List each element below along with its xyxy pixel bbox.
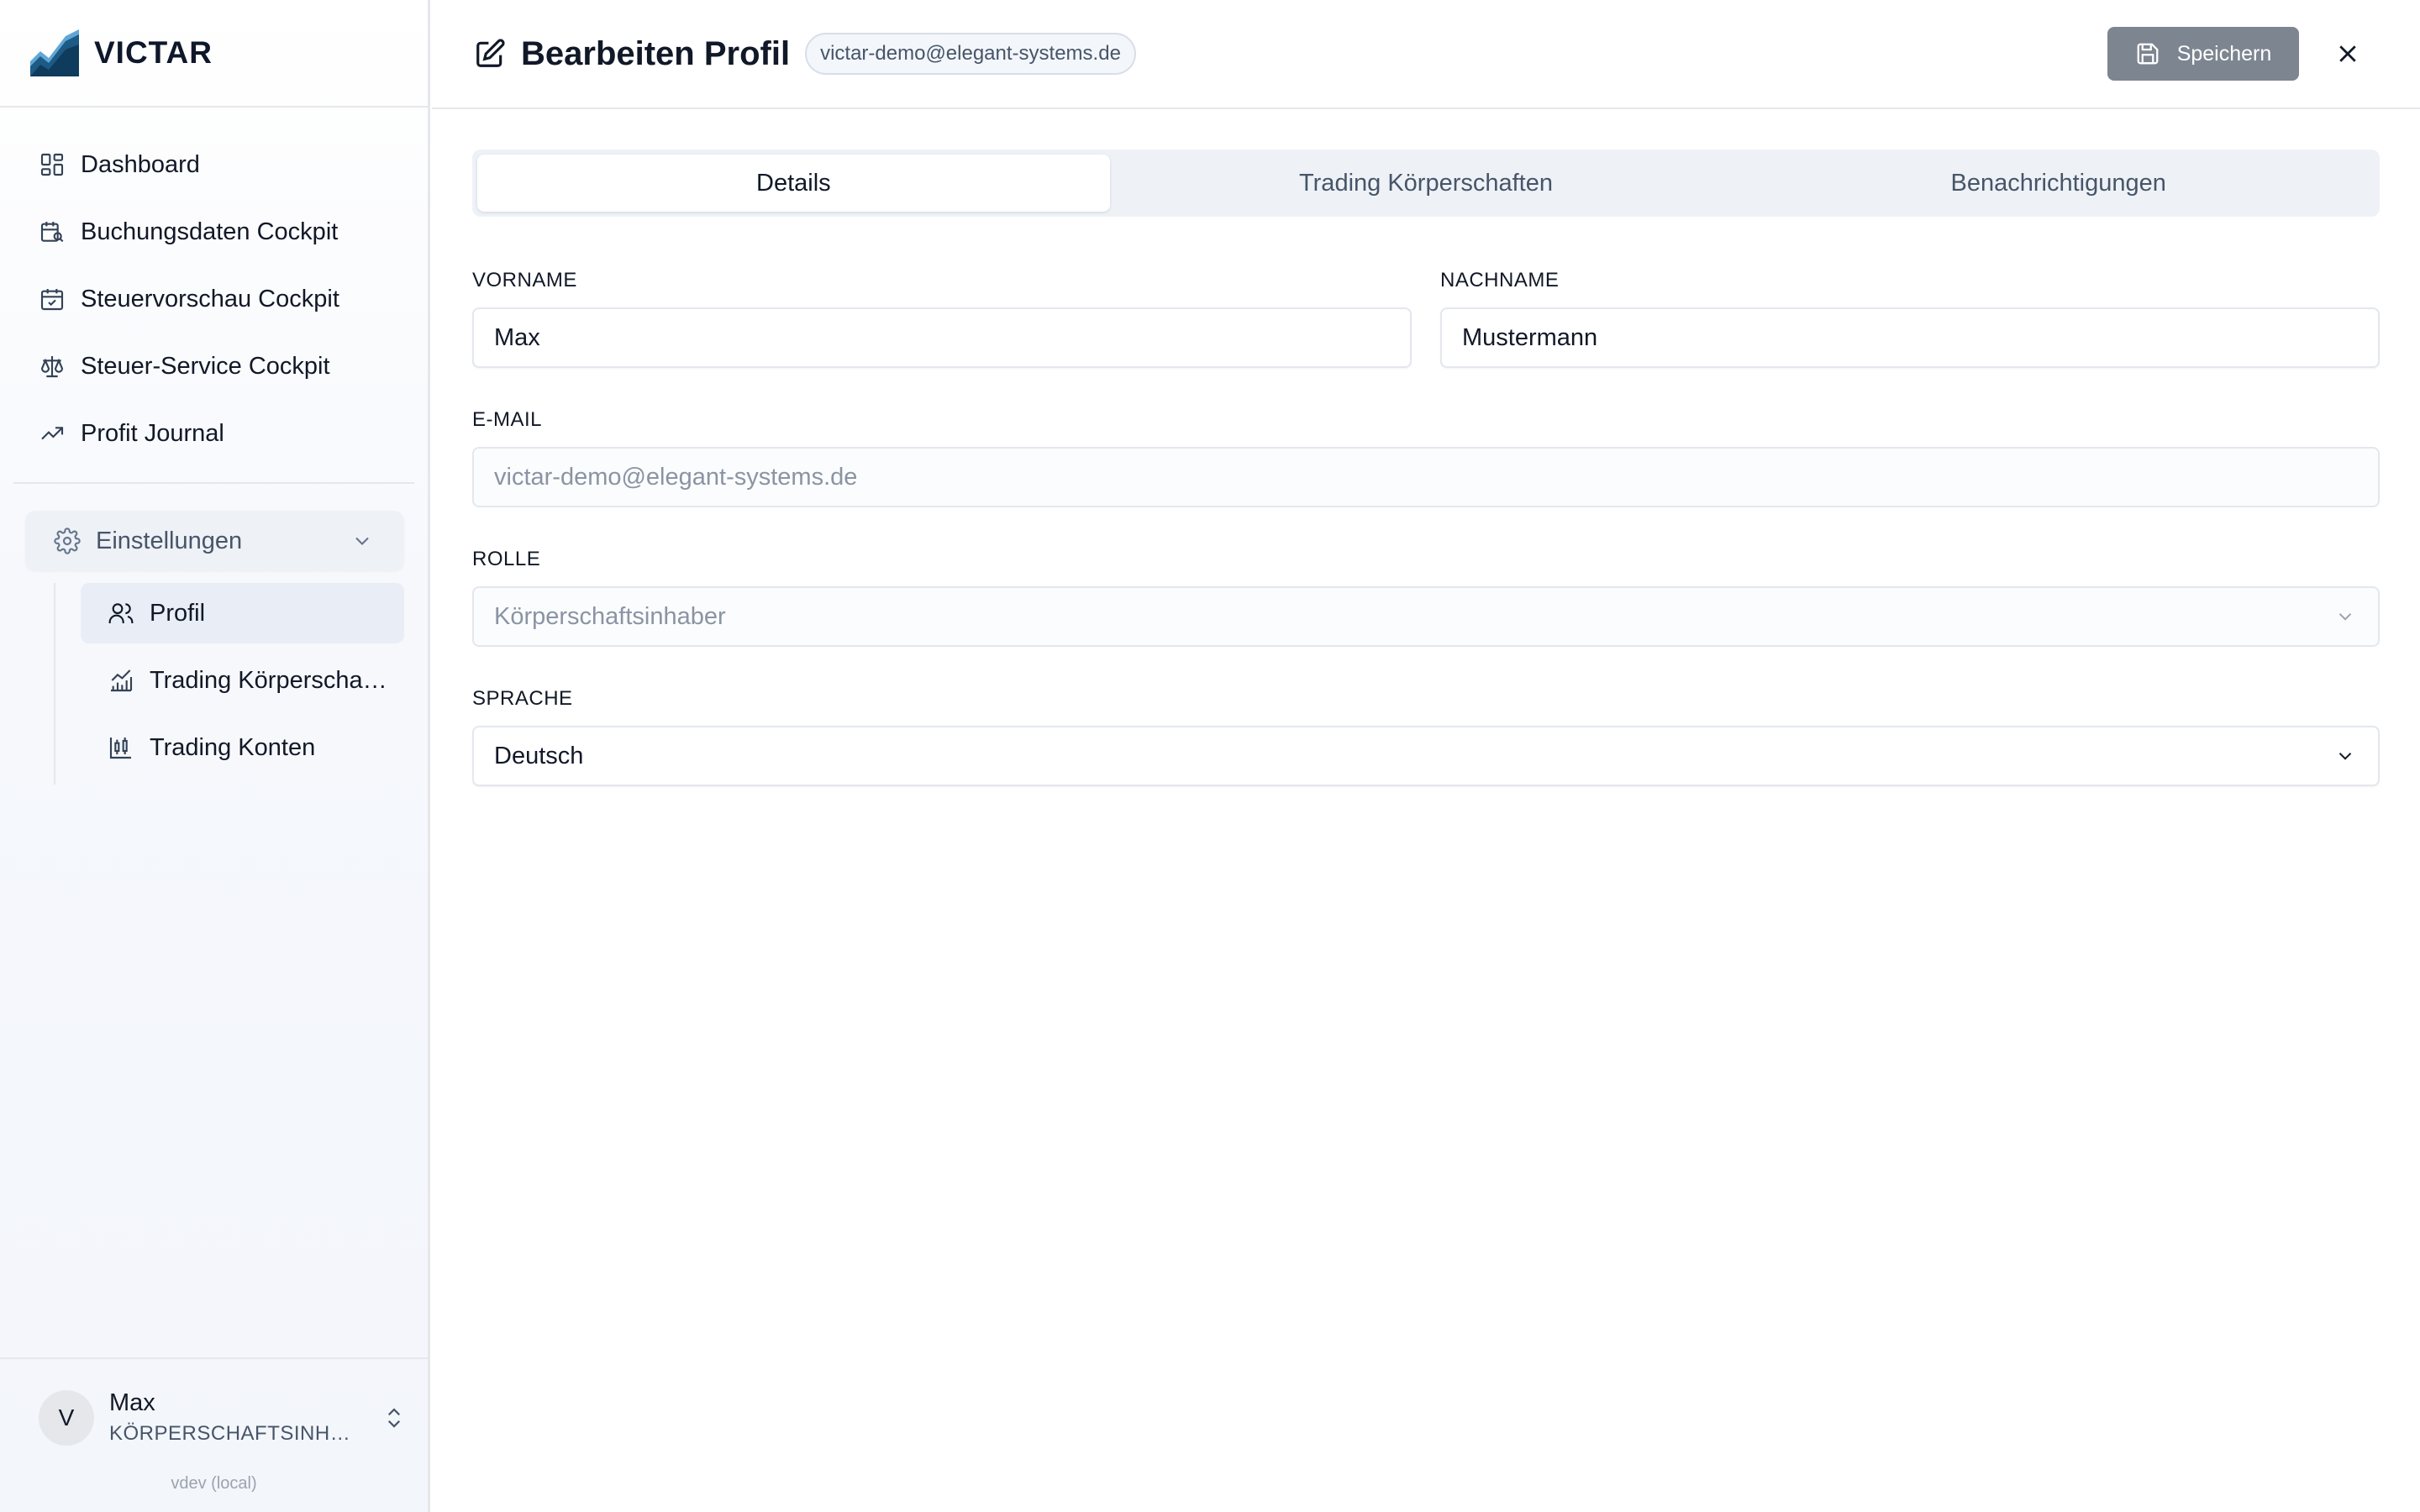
avatar: V — [39, 1389, 94, 1446]
sidebar-item-label: Trading Körperschaften — [150, 666, 393, 694]
sidebar-item-steuer-service[interactable]: Steuer-Service Cockpit — [0, 333, 428, 400]
tab-details[interactable]: Details — [477, 155, 1110, 212]
sidebar-nav: Dashboard Buchungsdaten Cockpit Steuervo… — [0, 108, 428, 467]
lastname-group: NACHNAME Mustermann — [1440, 269, 2380, 368]
page-title: Bearbeiten Profil — [521, 34, 791, 72]
settings-submenu: Profil Trading Körperschaften Trading Ko… — [0, 583, 428, 785]
page-header: Bearbeiten Profil victar-demo@elegant-sy… — [432, 0, 2420, 109]
user-panel: V Max KÖRPERSCHAFTSINHABER vdev (local) — [0, 1357, 428, 1512]
language-group: SPRACHE Deutsch — [472, 687, 2380, 786]
sidebar-item-label: Steuervorschau Cockpit — [81, 285, 339, 312]
sidebar-item-trading-konten[interactable]: Trading Konten — [81, 717, 404, 778]
sidebar-item-dashboard[interactable]: Dashboard — [0, 131, 428, 198]
sidebar-group-einstellungen[interactable]: Einstellungen — [25, 511, 404, 571]
calendar-check-icon — [40, 289, 64, 311]
firstname-group: VORNAME Max — [472, 269, 1412, 368]
victar-logo-icon — [30, 29, 79, 76]
close-icon — [2339, 45, 2356, 62]
sidebar-item-profit-journal[interactable]: Profit Journal — [0, 400, 428, 467]
users-icon — [108, 603, 134, 623]
role-label: ROLLE — [472, 548, 541, 570]
edit-icon — [476, 39, 505, 67]
chevron-down-icon — [2338, 753, 2352, 760]
email-field: victar-demo@elegant-systems.de — [472, 447, 2380, 507]
dashboard-grid-icon — [40, 153, 64, 176]
email-label: E-MAIL — [472, 408, 543, 431]
role-select: Körperschaftsinhaber — [472, 586, 2380, 647]
chevron-down-icon — [355, 537, 369, 545]
email-group: E-MAIL victar-demo@elegant-systems.de — [472, 408, 2380, 507]
brand-name: VICTAR — [94, 35, 213, 70]
tab-benachrichtigungen[interactable]: Benachrichtigungen — [1742, 155, 2375, 212]
sidebar-item-steuervorschau[interactable]: Steuervorschau Cockpit — [0, 265, 428, 333]
sidebar-item-profil[interactable]: Profil — [81, 583, 404, 643]
language-label: SPRACHE — [472, 687, 573, 710]
lastname-label: NACHNAME — [1440, 269, 1560, 291]
tab-trading-koerperschaften[interactable]: Trading Körperschaften — [1110, 155, 1743, 212]
sidebar-item-label: Buchungsdaten Cockpit — [81, 218, 339, 245]
sidebar-item-label: Profil — [150, 599, 206, 627]
sidebar-item-trading-koerperschaften[interactable]: Trading Körperschaften — [81, 650, 404, 711]
role-select-value: Körperschaftsinhaber — [494, 602, 726, 630]
language-select[interactable]: Deutsch — [472, 726, 2380, 786]
user-role: KÖRPERSCHAFTSINHABER — [109, 1422, 361, 1445]
firstname-label: VORNAME — [472, 269, 577, 291]
sidebar: VICTAR Dashboard Buchungsdaten Cockpit S… — [0, 0, 430, 1512]
firstname-field[interactable]: Max — [472, 307, 1412, 368]
email-badge: victar-demo@elegant-systems.de — [805, 33, 1136, 75]
calendar-search-icon — [40, 222, 64, 243]
bar-chart-trend-icon — [111, 669, 133, 692]
user-name: Max — [109, 1389, 155, 1416]
save-button[interactable]: Speichern — [2107, 27, 2299, 81]
lastname-field[interactable]: Mustermann — [1440, 307, 2380, 368]
candlestick-icon — [109, 738, 131, 759]
user-menu[interactable]: V Max KÖRPERSCHAFTSINHABER — [0, 1359, 428, 1446]
name-row: VORNAME Max NACHNAME Mustermann — [472, 269, 2380, 368]
floppy-disk-icon — [2137, 43, 2159, 65]
sidebar-item-label: Dashboard — [81, 150, 200, 178]
role-group: ROLLE Körperschaftsinhaber — [472, 548, 2380, 647]
sidebar-item-label: Steuer-Service Cockpit — [81, 352, 330, 380]
scale-icon — [40, 356, 64, 378]
chevron-down-icon — [2338, 613, 2352, 621]
sidebar-item-label: Trading Konten — [150, 733, 316, 761]
version-label: vdev (local) — [171, 1474, 257, 1493]
sidebar-item-buchungsdaten[interactable]: Buchungsdaten Cockpit — [0, 198, 428, 265]
sidebar-item-label: Profit Journal — [81, 419, 224, 447]
sidebar-group-label: Einstellungen — [96, 527, 243, 554]
main-content: Details Trading Körperschaften Benachric… — [472, 150, 2380, 786]
chevrons-up-down-icon — [387, 1407, 401, 1428]
close-button[interactable] — [2331, 37, 2365, 71]
brand[interactable]: VICTAR — [0, 0, 428, 108]
gear-icon — [54, 528, 81, 554]
language-select-value: Deutsch — [494, 742, 584, 769]
divider — [13, 482, 414, 484]
user-info: Max KÖRPERSCHAFTSINHABER — [109, 1389, 361, 1446]
save-button-label: Speichern — [2176, 41, 2272, 66]
tab-bar: Details Trading Körperschaften Benachric… — [472, 150, 2380, 217]
trending-up-icon — [41, 427, 64, 440]
